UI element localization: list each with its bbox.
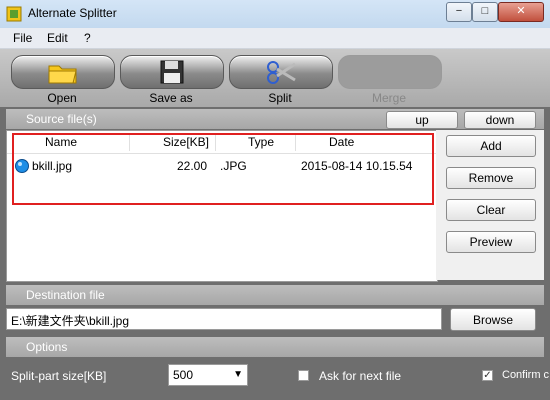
ask-next-label: Ask for next file <box>319 369 402 383</box>
menu-edit[interactable]: Edit <box>47 31 68 45</box>
file-date: 2015-08-14 10.15.54 <box>301 159 413 173</box>
source-files-title: Source file(s) <box>26 112 97 126</box>
scissors-icon <box>264 58 298 86</box>
save-as-label: Save as <box>149 91 193 105</box>
source-file-list[interactable]: Name Size[KB] Type Date bkill.jpg 22.00 … <box>6 130 438 282</box>
split-size-label: Split-part size[KB] <box>11 369 107 383</box>
file-name: bkill.jpg <box>32 159 73 173</box>
merge-button[interactable] <box>338 55 442 89</box>
window-title: Alternate Splitter <box>28 6 117 20</box>
split-button[interactable] <box>229 55 333 89</box>
toolbar: Open Save as Split Merge <box>0 49 550 107</box>
browse-button[interactable]: Browse <box>450 308 536 331</box>
clear-button[interactable]: Clear <box>446 199 536 221</box>
merge-label: Merge <box>371 91 406 105</box>
file-type: .JPG <box>220 159 247 173</box>
column-size[interactable]: Size[KB] <box>163 135 209 149</box>
floppy-disk-icon <box>155 58 189 86</box>
options-panel: Split-part size[KB] Ask for next file ✓ … <box>0 358 550 400</box>
column-divider <box>295 133 296 151</box>
close-button[interactable]: ✕ <box>498 2 544 22</box>
column-divider <box>215 133 216 151</box>
column-type[interactable]: Type <box>248 135 274 149</box>
open-button[interactable] <box>11 55 115 89</box>
ask-next-checkbox[interactable] <box>298 370 309 381</box>
column-name[interactable]: Name <box>45 135 77 149</box>
split-size-value: 500 <box>173 368 194 382</box>
column-divider <box>432 133 433 151</box>
minimize-button[interactable]: − <box>446 2 472 22</box>
remove-button[interactable]: Remove <box>446 167 536 189</box>
file-size: 22.00 <box>177 159 208 173</box>
menu-file[interactable]: File <box>13 31 32 45</box>
menu-bar: File Edit ? <box>0 28 550 49</box>
open-label: Open <box>47 91 77 105</box>
split-label: Split <box>268 91 292 105</box>
destination-title: Destination file <box>26 288 105 302</box>
down-button[interactable]: down <box>464 111 536 129</box>
confirm-checkbox[interactable]: ✓ <box>482 370 493 381</box>
add-button[interactable]: Add <box>446 135 536 157</box>
preview-button[interactable]: Preview <box>446 231 536 253</box>
folder-icon <box>46 58 80 86</box>
confirm-label: Confirm c <box>502 369 550 381</box>
chevron-down-icon: ▼ <box>233 369 243 380</box>
options-header: Options <box>6 337 544 357</box>
app-icon <box>6 6 22 22</box>
save-as-button[interactable] <box>120 55 224 89</box>
table-row[interactable]: bkill.jpg 22.00 .JPG 2015-08-14 10.15.54 <box>7 155 437 177</box>
menu-help[interactable]: ? <box>84 31 91 45</box>
maximize-button[interactable]: □ <box>472 2 498 22</box>
image-file-icon <box>15 159 29 173</box>
up-button[interactable]: up <box>386 111 458 129</box>
title-bar: Alternate Splitter − □ ✕ <box>0 0 550 28</box>
column-divider <box>129 133 130 151</box>
column-date[interactable]: Date <box>329 135 354 149</box>
split-size-dropdown[interactable]: 500 ▼ <box>168 364 248 386</box>
destination-header: Destination file <box>6 285 544 305</box>
destination-path-field[interactable]: E:\新建文件夹\bkill.jpg <box>6 308 442 330</box>
app-window: Alternate Splitter − □ ✕ File Edit ? Ope… <box>0 0 550 400</box>
list-header: Name Size[KB] Type Date <box>7 131 437 154</box>
options-title: Options <box>26 340 68 354</box>
